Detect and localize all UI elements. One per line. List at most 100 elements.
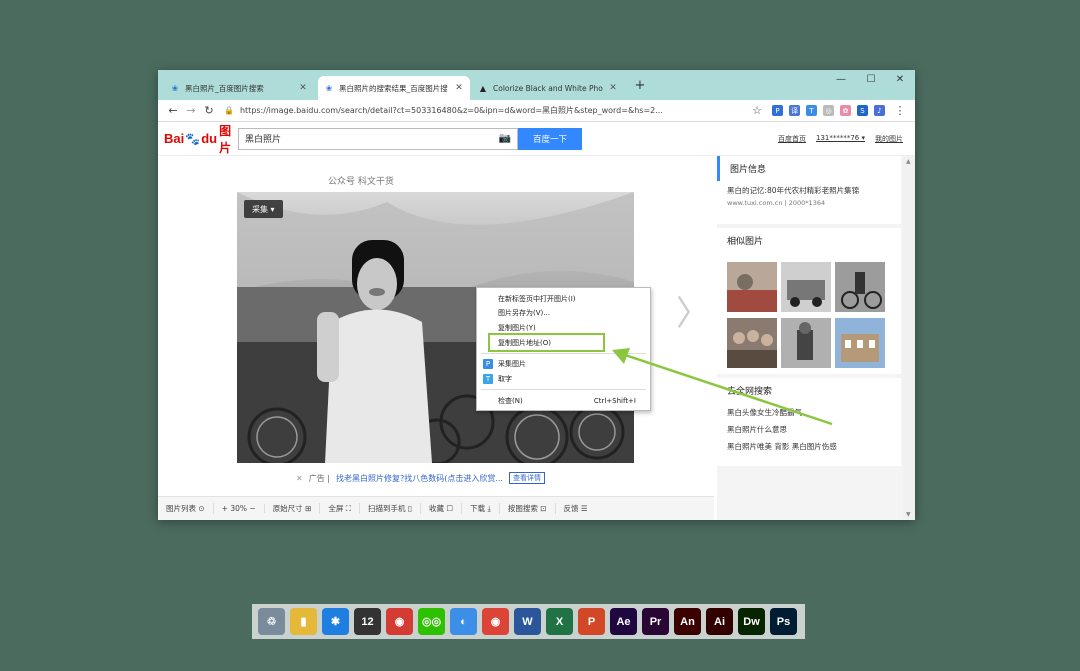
original-size-button[interactable]: 原始尺寸 ⊞: [265, 503, 321, 514]
folder-icon[interactable]: ▮: [290, 608, 317, 635]
pink-icon[interactable]: ✿: [840, 105, 851, 116]
browser-window: ❀ 黑白照片_百度图片搜索 ✕ ❀ 黑白照片的搜索结果_百度图片搜 ✕ ▲ Co…: [158, 70, 915, 520]
tab-colorize[interactable]: ▲ Colorize Black and White Pho ✕: [472, 76, 624, 100]
address-bar[interactable]: 🔒 https://image.baidu.com/search/detail?…: [224, 103, 742, 119]
back-icon[interactable]: ←: [164, 104, 182, 117]
feedback-button[interactable]: 反馈 ☰: [556, 503, 596, 514]
tab-strip: ❀ 黑白照片_百度图片搜索 ✕ ❀ 黑白照片的搜索结果_百度图片搜 ✕ ▲ Co…: [158, 70, 915, 100]
recycle-bin-icon[interactable]: ♲: [258, 608, 285, 635]
header-links: 百度首页 131******76 ▾ 我的图片: [778, 134, 903, 144]
extensions-area: P 译 T ◎ ✿ S ♪: [766, 105, 885, 116]
powerpoint-icon[interactable]: P: [578, 608, 605, 635]
algorithmia-icon: ▲: [479, 83, 487, 93]
menu-collect-image[interactable]: P 采集图片: [477, 357, 650, 370]
baidu-paw-icon: ❀: [171, 83, 179, 93]
menu-open-image-new-tab[interactable]: 在新标签页中打开图片(I): [477, 292, 650, 305]
image-detail-area: 公众号 科文干货 采集 ▾ 〉 在新标签页中打开图片(I) 图片另存为(V)..…: [158, 156, 915, 520]
ad-link[interactable]: 找老黑白照片修复?找八色数码(点击进入欣赏...: [336, 473, 503, 484]
new-tab-button[interactable]: +: [632, 78, 648, 93]
ad-label: 广告 |: [308, 473, 330, 483]
right-panel: 图片信息 黑白的记忆:80年代农村精彩老照片集锦 www.tuxi.com.cn…: [717, 156, 903, 520]
word-icon[interactable]: W: [514, 608, 541, 635]
after-effects-icon[interactable]: Ae: [610, 608, 637, 635]
fullscreen-button[interactable]: 全屏 ⛶: [320, 503, 360, 514]
premiere-icon[interactable]: Pr: [642, 608, 669, 635]
menu-save-image-as[interactable]: 图片另存为(V)...: [477, 306, 650, 319]
s-icon[interactable]: S: [857, 105, 868, 116]
close-icon[interactable]: ✕: [608, 83, 618, 93]
my-images-link[interactable]: 我的图片: [875, 134, 903, 144]
photoshop-icon[interactable]: Ps: [770, 608, 797, 635]
reload-icon[interactable]: ↻: [200, 104, 218, 117]
similar-image-thumb[interactable]: [781, 318, 831, 368]
dreamweaver-icon[interactable]: Dw: [738, 608, 765, 635]
star-icon[interactable]: ☆: [748, 104, 766, 117]
image-list-button[interactable]: 图片列表 ⊙: [158, 503, 214, 514]
similar-image-thumb[interactable]: [835, 262, 885, 312]
similar-image-thumb[interactable]: [781, 262, 831, 312]
web-search-link[interactable]: 黑白照片什么意思: [717, 424, 901, 435]
web-search-link[interactable]: 黑白头像女生冷酷霸气: [717, 407, 901, 418]
t-icon[interactable]: T: [806, 105, 817, 116]
chrome-icon[interactable]: ◉: [482, 608, 509, 635]
download-button[interactable]: 下载 ⤓: [462, 503, 500, 514]
wechat-icon[interactable]: ◎◎: [418, 608, 445, 635]
taskbar-dock: ♲ ▮ ✱ 12 ◉ ◎◎ ◐ ◉ W X P Ae Pr An Ai Dw Ps: [252, 604, 805, 639]
similar-images-card: 相似图片: [717, 228, 901, 374]
calendar-icon[interactable]: 12: [354, 608, 381, 635]
collect-button[interactable]: 采集 ▾: [244, 200, 283, 218]
thunder-icon[interactable]: ✱: [322, 608, 349, 635]
similar-image-thumb[interactable]: [835, 318, 885, 368]
baidu-home-link[interactable]: 百度首页: [778, 134, 806, 144]
scroll-down-icon[interactable]: ▼: [906, 511, 911, 518]
web-search-link[interactable]: 黑白照片唯美 背影 黑白图片伤感: [717, 441, 901, 452]
camera-icon[interactable]: 📷: [499, 133, 511, 144]
ad-detail-button[interactable]: 查看详情: [508, 472, 545, 484]
scroll-up-icon[interactable]: ▲: [906, 158, 911, 165]
music-icon[interactable]: ♪: [874, 105, 885, 116]
favorite-button[interactable]: 收藏 ☐: [421, 503, 463, 514]
baidu-header: Bai 🐾 du 图片 黑白照片 📷 百度一下 百度首页 131******76 ▾ …: [158, 122, 915, 156]
forward-icon[interactable]: →: [182, 104, 200, 117]
tab-search-results[interactable]: ❀ 黑白照片的搜索结果_百度图片搜 ✕: [318, 76, 470, 100]
translate-icon[interactable]: 译: [789, 105, 800, 116]
close-icon[interactable]: ✕: [298, 83, 308, 93]
web-search-title: 去全网搜索: [727, 387, 773, 397]
pocket-icon: P: [483, 358, 493, 369]
zoom-control[interactable]: + 30% −: [214, 504, 265, 513]
image-source-title[interactable]: 黑白的记忆:80年代农村精彩老照片集锦: [717, 185, 901, 196]
search-by-image-button[interactable]: 按图搜索 ⊡: [500, 503, 556, 514]
similar-image-thumb[interactable]: [727, 318, 777, 368]
t-icon: T: [483, 373, 493, 384]
netease-music-icon[interactable]: ◉: [386, 608, 413, 635]
finder-icon[interactable]: ◐: [450, 608, 477, 635]
menu-separator: [481, 389, 646, 390]
next-image-arrow[interactable]: 〉: [676, 286, 710, 335]
illustrator-icon[interactable]: Ai: [706, 608, 733, 635]
url-text: https://image.baidu.com/search/detail?ct…: [239, 106, 663, 115]
minimize-button[interactable]: —: [832, 74, 850, 85]
menu-icon[interactable]: ⋮: [891, 104, 909, 117]
image-source-meta: www.tuxi.com.cn | 2000*1364: [727, 199, 826, 207]
similar-image-thumb[interactable]: [727, 262, 777, 312]
baidu-image-logo[interactable]: Bai 🐾 du 图片: [164, 122, 234, 156]
tab-baidu-search[interactable]: ❀ 黑白照片_百度图片搜索 ✕: [164, 76, 314, 100]
circle-icon[interactable]: ◎: [823, 105, 834, 116]
browser-toolbar: ← → ↻ 🔒 https://image.baidu.com/search/d…: [158, 100, 915, 122]
scrollbar[interactable]: ▲ ▼: [903, 156, 915, 520]
search-button[interactable]: 百度一下: [518, 127, 582, 150]
search-input[interactable]: 黑白照片 📷: [238, 127, 518, 150]
similar-images-title: 相似图片: [727, 237, 764, 247]
excel-icon[interactable]: X: [546, 608, 573, 635]
close-ad-icon[interactable]: ✕: [296, 474, 303, 483]
pocket-icon[interactable]: P: [772, 105, 783, 116]
maximize-button[interactable]: ☐: [862, 74, 880, 85]
baidu-paw-icon: ❀: [325, 83, 333, 93]
animate-icon[interactable]: An: [674, 608, 701, 635]
menu-inspect[interactable]: 检查(N) Ctrl+Shift+I: [477, 394, 650, 407]
close-icon[interactable]: ✕: [454, 83, 464, 93]
close-window-button[interactable]: ✕: [891, 74, 909, 85]
user-account-link[interactable]: 131******76 ▾: [816, 134, 865, 144]
scan-to-phone-button[interactable]: 扫描到手机 ▯: [360, 503, 422, 514]
menu-extract-text[interactable]: T 取字: [477, 372, 650, 385]
